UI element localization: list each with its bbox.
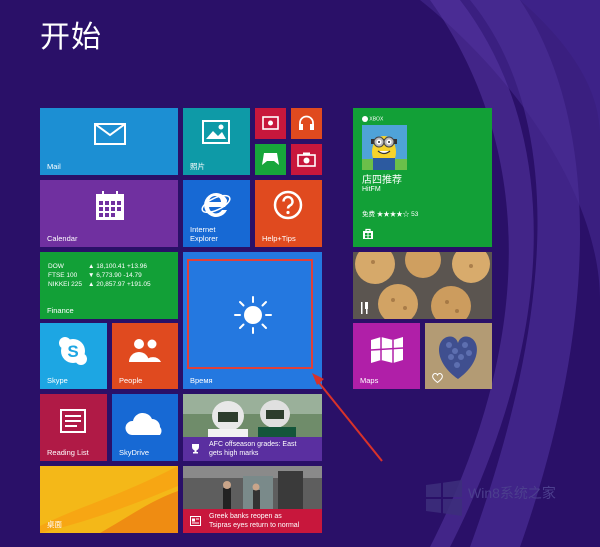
calendar-icon [95, 191, 125, 221]
map-icon [370, 336, 404, 364]
desktop-label: 桌面 [47, 520, 62, 529]
games-tile[interactable] [255, 144, 286, 175]
finance-index-value: ▼ 6,773.90 -14.79 [88, 272, 142, 279]
ie-label-line2: Explorer [190, 234, 218, 243]
trophy-icon [190, 443, 201, 454]
photos-tile[interactable]: 照片 [183, 108, 250, 175]
reading-list-tile[interactable]: Reading List [40, 394, 107, 461]
skydrive-label: SkyDrive [119, 448, 150, 457]
windows-logo-icon [426, 480, 462, 516]
cloud-icon [124, 412, 166, 436]
headphones-icon [298, 115, 315, 131]
store-app-name: HitFM [362, 186, 381, 193]
mail-tile[interactable]: Mail [40, 108, 178, 175]
skydrive-tile[interactable]: SkyDrive [112, 394, 178, 461]
food-icon [360, 302, 369, 314]
news-caption-line2: Tsipras eyes return to normal [209, 522, 300, 529]
help-tips-tile[interactable]: Help+Tips [255, 180, 322, 247]
news-tile[interactable]: Greek banks reopen as Tsipras eyes return… [183, 466, 322, 533]
internet-explorer-icon [200, 189, 232, 219]
people-icon [128, 337, 162, 363]
watermark-text: Win8系统之家 [468, 485, 556, 501]
finance-index-value: ▲ 20,857.97 +191.05 [88, 281, 151, 288]
store-tile[interactable]: XBOX 店四推荐 HitFM 免费 ★★★★☆ 53 [353, 108, 492, 247]
newspaper-icon [190, 516, 201, 526]
calendar-tile[interactable]: Calendar [40, 180, 178, 247]
mail-label: Mail [47, 162, 61, 171]
internet-explorer-tile[interactable]: Internet Explorer [183, 180, 250, 247]
desktop-tile[interactable]: 桌面 [40, 466, 178, 533]
svg-text:S: S [67, 342, 78, 361]
mail-icon [94, 123, 126, 145]
ie-label-line1: Internet [190, 225, 216, 234]
sports-caption-line2: gets high marks [209, 450, 259, 457]
skype-label: Skype [47, 376, 68, 385]
camera-icon [297, 152, 316, 167]
cookies-photo [353, 252, 492, 319]
xbox-controller-icon [261, 152, 280, 166]
people-label: People [119, 376, 143, 385]
news-caption-line1: Greek banks reopen as [209, 513, 282, 520]
camera-tile[interactable] [291, 144, 322, 175]
store-rating: 免费 ★★★★☆ 53 [362, 211, 419, 218]
annotation-arrow [312, 373, 383, 462]
calendar-label: Calendar [47, 234, 78, 243]
music-tile[interactable] [291, 108, 322, 139]
xbox-logo-icon [362, 116, 368, 122]
reading-list-icon [57, 408, 89, 434]
news-caption: Greek banks reopen as Tsipras eyes return… [183, 509, 322, 533]
heart-icon [432, 373, 443, 383]
food-drink-tile[interactable] [353, 252, 492, 319]
help-tips-label: Help+Tips [262, 234, 296, 243]
photos-label: 照片 [190, 162, 205, 171]
question-mark-icon [273, 190, 303, 220]
selection-highlight [187, 259, 313, 369]
finance-index-name: NIKKEI 225 [48, 281, 82, 288]
photo-icon [202, 120, 230, 144]
finance-tile[interactable]: DOW ▲ 18,100.41 +13.96 FTSE 100 ▼ 6,773.90… [40, 252, 178, 319]
minion-app-icon [362, 125, 407, 170]
skype-tile[interactable]: S Skype [40, 323, 107, 389]
reading-list-label: Reading List [47, 448, 89, 457]
xbox-brand: XBOX [369, 116, 384, 123]
health-tile[interactable] [425, 323, 492, 389]
finance-row: NIKKEI 225 ▲ 20,857.97 +191.05 [48, 280, 151, 290]
video-tile[interactable] [255, 108, 286, 139]
store-bag-icon [362, 228, 374, 240]
internet-explorer-label: Internet Explorer [190, 225, 218, 243]
weather-label: Время [190, 376, 213, 385]
video-icon [262, 116, 279, 130]
start-title: 开始 [40, 20, 102, 55]
skype-icon: S [57, 335, 89, 367]
finance-index-value: ▲ 18,100.41 +13.96 [88, 263, 148, 270]
xbox-badge: XBOX [362, 116, 383, 122]
watermark: Win8系统之家 [420, 478, 595, 518]
people-tile[interactable]: People [112, 323, 178, 389]
finance-label: Finance [47, 306, 74, 315]
store-title: 店四推荐 [362, 175, 402, 186]
sports-caption-line1: AFC offseason grades: East [209, 441, 297, 448]
